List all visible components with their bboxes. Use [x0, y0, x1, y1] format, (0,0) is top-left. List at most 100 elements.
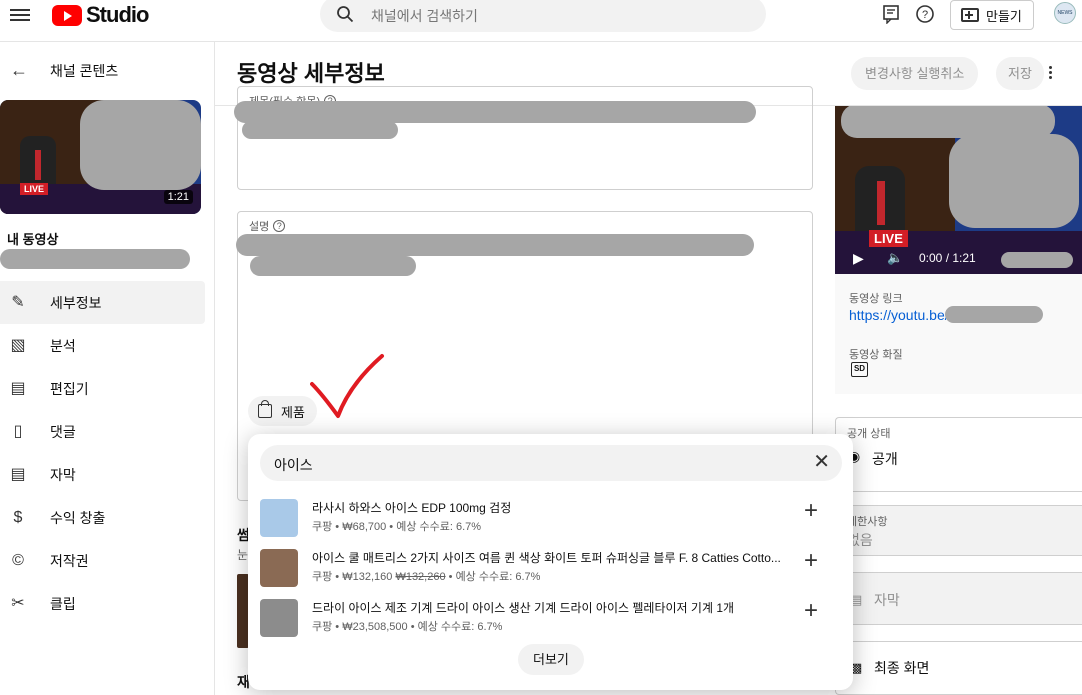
- editor-icon: ▤: [10, 380, 26, 397]
- svg-text:?: ?: [922, 9, 928, 21]
- sidebar: ← 채널 콘텐츠 LIVE 1:21 내 동영상 ✎ 세부정보 ▧ 분석 ▤ 편…: [0, 42, 215, 695]
- end-screen-label: 최종 화면: [874, 660, 930, 676]
- checkmark-annotation: [310, 354, 384, 418]
- back-label: 채널 콘텐츠: [50, 62, 119, 79]
- sidebar-item-label: 자막: [50, 466, 76, 483]
- subtitles-field[interactable]: ▤ 자막: [835, 572, 1082, 625]
- sidebar-item-label: 저작권: [50, 552, 89, 569]
- my-video-label: 내 동영상: [7, 232, 59, 247]
- video-link-label: 동영상 링크: [849, 293, 903, 305]
- visibility-value: 공개: [872, 451, 898, 467]
- search-bar[interactable]: 채널에서 검색하기: [320, 0, 766, 32]
- product-image: [260, 599, 298, 637]
- video-thumbnail[interactable]: LIVE 1:21: [0, 100, 201, 214]
- create-button[interactable]: 만들기: [950, 0, 1034, 30]
- video-quality-label: 동영상 화질: [849, 349, 903, 361]
- menu-icon[interactable]: [10, 6, 30, 24]
- redacted-overlay: [949, 134, 1079, 228]
- product-meta: 쿠팡 • ₩68,700 • 예상 수수료: 6.7%: [312, 521, 482, 533]
- avatar[interactable]: NEWS: [1054, 2, 1076, 24]
- more-options-icon[interactable]: [1049, 66, 1053, 82]
- sidebar-item-label: 분석: [50, 337, 76, 354]
- product-search-popup: 아이스 ✕ 라사시 하와스 아이스 EDP 100mg 검정 쿠팡 • ₩68,…: [248, 434, 853, 690]
- sidebar-item-label: 댓글: [50, 423, 76, 440]
- undo-changes-button[interactable]: 변경사항 실행취소: [851, 57, 979, 90]
- close-icon[interactable]: ✕: [813, 452, 830, 472]
- product-item[interactable]: 드라이 아이스 제조 기계 드라이 아이스 생산 기계 드라이 아이스 펠레타이…: [248, 597, 853, 645]
- sd-quality-icon: SD: [851, 362, 868, 377]
- end-screen-field[interactable]: ▩ 최종 화면: [835, 641, 1082, 695]
- help-icon[interactable]: ?: [915, 4, 935, 24]
- sidebar-item-editor[interactable]: ▤ 편집기: [0, 367, 205, 410]
- search-icon: [337, 6, 354, 23]
- comments-icon: ▯: [13, 423, 23, 440]
- dollar-icon: $: [13, 509, 23, 526]
- visibility-label: 공개 상태: [847, 428, 891, 440]
- product-search-query: 아이스: [274, 457, 313, 473]
- live-badge: LIVE: [869, 230, 908, 247]
- sidebar-item-label: 세부정보: [50, 294, 102, 311]
- sidebar-item-clips[interactable]: ✂ 클립: [0, 582, 205, 625]
- product-title: 아이스 쿨 매트리스 2가지 사이즈 여름 퀸 색상 화이트 토퍼 슈퍼싱글 블…: [312, 551, 781, 565]
- add-product-icon[interactable]: +: [804, 499, 818, 523]
- add-product-icon[interactable]: +: [804, 549, 818, 573]
- top-bar: Studio 채널에서 검색하기 ? 만들기 NEWS: [0, 0, 1082, 42]
- volume-icon[interactable]: 🔈: [887, 250, 903, 266]
- duration-badge: 1:21: [163, 190, 193, 204]
- create-video-icon: [961, 8, 979, 22]
- back-to-channel-content[interactable]: ← 채널 콘텐츠: [10, 60, 118, 81]
- product-item[interactable]: 라사시 하와스 아이스 EDP 100mg 검정 쿠팡 • ₩68,700 • …: [248, 497, 853, 545]
- help-icon: ?: [273, 220, 286, 232]
- sidebar-item-details[interactable]: ✎ 세부정보: [0, 281, 205, 324]
- sidebar-item-copyright[interactable]: © 저작권: [0, 539, 205, 582]
- save-button[interactable]: 저장: [996, 57, 1044, 90]
- feedback-icon[interactable]: [881, 4, 901, 24]
- back-arrow-icon: ←: [10, 60, 28, 80]
- restrictions-field[interactable]: 제한사항 없음: [835, 505, 1082, 556]
- youtube-logo-icon: [52, 4, 82, 26]
- product-search-input[interactable]: 아이스 ✕: [260, 445, 842, 481]
- subtitles-icon: ▤: [10, 466, 26, 483]
- page-title: 동영상 세부정보: [237, 61, 385, 86]
- show-more-button[interactable]: 더보기: [518, 644, 584, 675]
- sidebar-item-subtitles[interactable]: ▤ 자막: [0, 453, 205, 496]
- studio-logo[interactable]: Studio: [52, 2, 149, 28]
- add-product-icon[interactable]: +: [804, 599, 818, 623]
- visibility-field[interactable]: 공개 상태 ◉ 공개: [835, 417, 1082, 492]
- restrictions-label: 제한사항: [847, 516, 888, 528]
- sidebar-nav: ✎ 세부정보 ▧ 분석 ▤ 편집기 ▯ 댓글 ▤ 자막 $ 수익 창출 © 저작…: [0, 281, 205, 625]
- copyright-icon: ©: [12, 552, 24, 569]
- product-image: [260, 549, 298, 587]
- video-player[interactable]: LIVE ▶ 🔈 0:00 / 1:21: [835, 106, 1082, 274]
- redacted-description-text: [236, 234, 754, 256]
- redacted-title-text: [234, 101, 756, 123]
- product-item[interactable]: 아이스 쿨 매트리스 2가지 사이즈 여름 퀸 색상 화이트 토퍼 슈퍼싱글 블…: [248, 547, 853, 595]
- sidebar-item-analytics[interactable]: ▧ 분석: [0, 324, 205, 367]
- sidebar-item-monetization[interactable]: $ 수익 창출: [0, 496, 205, 539]
- logo-text: Studio: [86, 2, 149, 27]
- redacted-title: [0, 249, 190, 269]
- products-label: 제품: [281, 404, 305, 420]
- video-preview-card: LIVE ▶ 🔈 0:00 / 1:21 동영상 링크 https://yout…: [835, 106, 1082, 394]
- search-placeholder: 채널에서 검색하기: [371, 8, 478, 24]
- redacted-link: [945, 306, 1043, 323]
- redacted-overlay: [1001, 252, 1073, 268]
- product-title: 드라이 아이스 제조 기계 드라이 아이스 생산 기계 드라이 아이스 펠레타이…: [312, 601, 735, 615]
- redacted-description-text: [250, 256, 416, 276]
- product-meta: 쿠팡 • ₩132,160 ₩132,260 • 예상 수수료: 6.7%: [312, 571, 541, 583]
- live-badge: LIVE: [20, 183, 49, 195]
- sidebar-item-label: 클립: [50, 595, 76, 612]
- video-link[interactable]: https://youtu.be/: [849, 307, 949, 323]
- product-image: [260, 499, 298, 537]
- sidebar-item-label: 수익 창출: [50, 509, 106, 526]
- sidebar-item-label: 편집기: [50, 380, 89, 397]
- products-button[interactable]: 제품: [248, 396, 317, 426]
- product-meta: 쿠팡 • ₩23,508,500 • 예상 수수료: 6.7%: [312, 621, 503, 633]
- video-time: 0:00 / 1:21: [919, 251, 976, 265]
- title-field[interactable]: 제목(필수 항목)?: [234, 86, 813, 190]
- pencil-icon: ✎: [11, 294, 25, 311]
- thumbnail-hint: 눈: [237, 548, 249, 562]
- product-title: 라사시 하와스 아이스 EDP 100mg 검정: [312, 501, 512, 515]
- sidebar-item-comments[interactable]: ▯ 댓글: [0, 410, 205, 453]
- play-icon[interactable]: ▶: [853, 250, 864, 267]
